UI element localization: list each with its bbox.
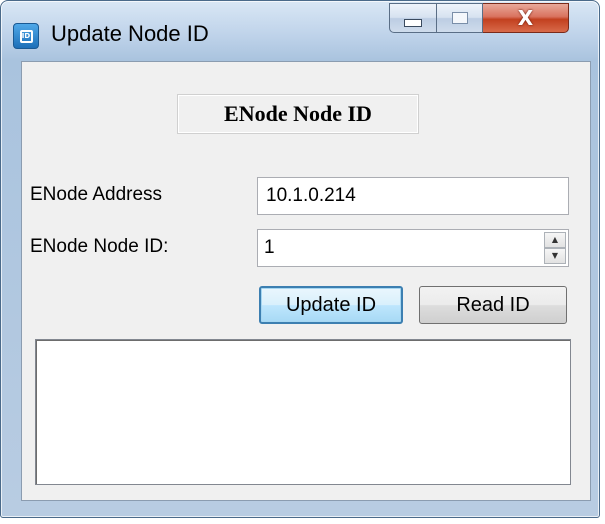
- title-bar[interactable]: ID Update Node ID X: [1, 1, 601, 61]
- maximize-button[interactable]: [437, 3, 483, 33]
- window-title: Update Node ID: [51, 21, 209, 46]
- address-label: ENode Address: [30, 184, 163, 205]
- close-button[interactable]: X: [483, 3, 569, 33]
- application-window: ID Update Node ID X ENode Node ID ENode …: [0, 0, 600, 518]
- spin-buttons: ▲ ▼: [544, 232, 566, 264]
- chevron-up-icon: ▲: [551, 235, 559, 244]
- node-id-stepper[interactable]: 1 ▲ ▼: [257, 229, 569, 267]
- node-id-label: ENode Node ID:: [30, 236, 169, 257]
- caption-buttons: X: [389, 3, 569, 37]
- heading-group-box: ENode Node ID: [177, 94, 419, 134]
- minimize-icon: [404, 19, 422, 27]
- spin-down-button[interactable]: ▼: [544, 248, 566, 264]
- address-input[interactable]: 10.1.0.214: [257, 177, 569, 215]
- chevron-down-icon: ▼: [551, 251, 559, 260]
- maximize-icon: [451, 12, 468, 24]
- client-area: ENode Node ID ENode Address 10.1.0.214 E…: [21, 61, 591, 501]
- node-id-value[interactable]: 1: [264, 230, 275, 266]
- minimize-button[interactable]: [389, 3, 437, 33]
- spin-up-button[interactable]: ▲: [544, 232, 566, 248]
- chip-icon: ID: [13, 23, 39, 49]
- output-textarea[interactable]: [35, 339, 571, 485]
- form-heading: ENode Node ID: [224, 101, 372, 126]
- read-id-button[interactable]: Read ID: [419, 286, 567, 324]
- update-id-button[interactable]: Update ID: [259, 286, 403, 324]
- close-icon: X: [517, 6, 534, 30]
